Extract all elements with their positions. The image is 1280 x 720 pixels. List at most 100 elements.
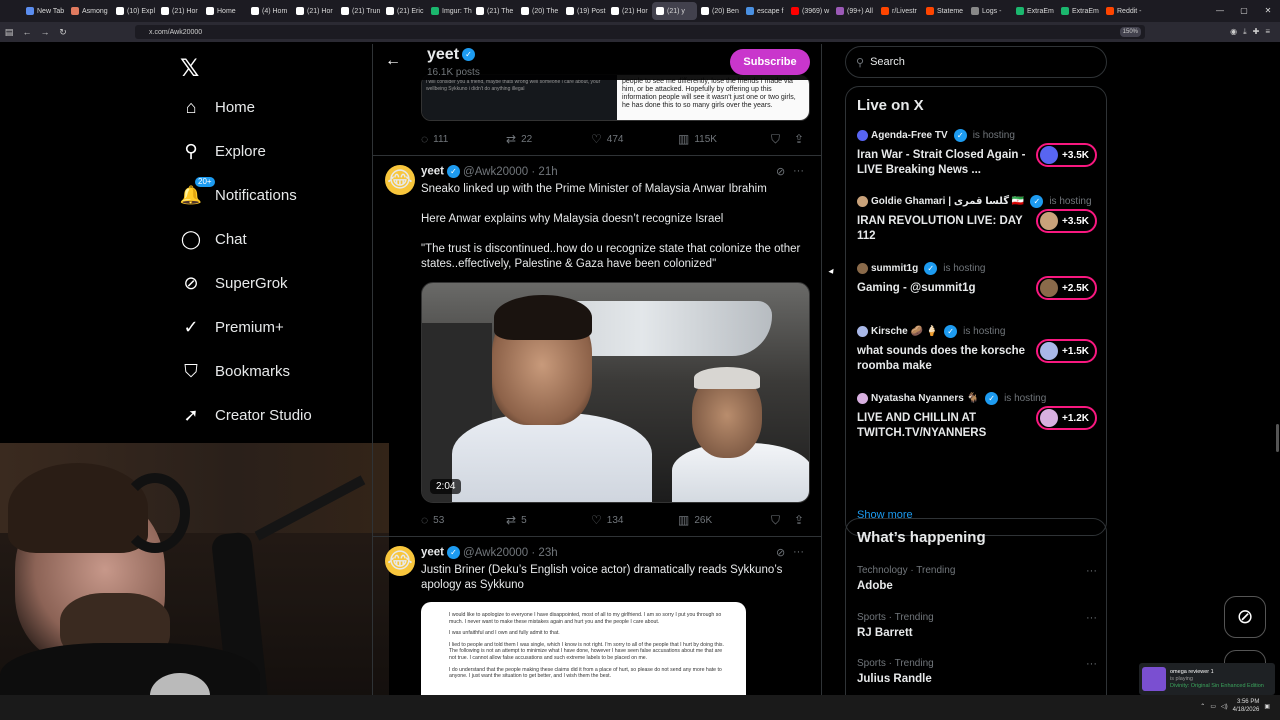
tweet-video[interactable]: 2:04	[421, 282, 810, 503]
host-name[interactable]: Agenda-Free TV	[871, 130, 948, 141]
maximize-icon[interactable]: ▢	[1232, 0, 1256, 22]
account-icon[interactable]: ◉	[1230, 22, 1237, 42]
repost-button[interactable]: ⇄ 22	[506, 132, 591, 146]
sidebar-item-notifications[interactable]: 🔔 20+ Notifications	[178, 176, 297, 210]
browser-tab[interactable]: (4) Hom	[247, 2, 292, 20]
more-options-icon[interactable]: ···	[1086, 612, 1097, 624]
live-item[interactable]: Nyatasha Nyanners 🐐 ✓ is hosting LIVE AND C…	[857, 392, 1097, 441]
clock[interactable]: 3:56 PM 4/18/2026	[1233, 698, 1260, 714]
browser-tab[interactable]: New Tab	[22, 2, 67, 20]
browser-tab[interactable]: ExtraEm	[1012, 2, 1057, 20]
trend-item[interactable]: Sports · Trending RJ Barrett ···	[857, 612, 1097, 639]
host-name[interactable]: summit1g	[871, 263, 918, 274]
browser-tab[interactable]: (3969) w	[787, 2, 832, 20]
sidebar-toggle-icon[interactable]: ▤	[0, 27, 18, 38]
browser-tab[interactable]: (20) Ben	[697, 2, 742, 20]
author-handle[interactable]: @Awk20000 · 23h	[463, 547, 558, 559]
bookmark-button[interactable]: ⛉	[771, 132, 794, 147]
browser-tab[interactable]: Asmong	[67, 2, 112, 20]
reload-icon[interactable]: ↻	[54, 27, 72, 38]
like-button[interactable]: ♡ 134	[591, 513, 678, 527]
views-button[interactable]: ▥ 115K	[678, 132, 771, 146]
browser-tab[interactable]: Reddit -	[1102, 2, 1147, 20]
extension-icon[interactable]: ✚	[1253, 22, 1260, 42]
browser-tab[interactable]: (21) Hor	[292, 2, 337, 20]
trend-item[interactable]: Technology · Trending Adobe ···	[857, 565, 1097, 592]
more-options-icon[interactable]: ···	[1086, 658, 1097, 670]
listener-count-pill[interactable]: +1.2K	[1036, 406, 1097, 430]
network-icon[interactable]: ▭	[1210, 703, 1216, 710]
bookmark-button[interactable]: ⛉	[771, 513, 794, 528]
menu-icon[interactable]: ≡	[1265, 22, 1270, 42]
host-name[interactable]: Goldie Ghamari | گلسا قمری 🇮🇷	[871, 196, 1024, 207]
minimize-icon[interactable]: —	[1208, 0, 1232, 22]
sidebar-item-creator-studio[interactable]: ➚ Creator Studio	[178, 400, 311, 430]
browser-tab[interactable]: Home	[202, 2, 247, 20]
listener-count-pill[interactable]: +3.5K	[1036, 143, 1097, 167]
browser-tab[interactable]: Logs -	[967, 2, 1012, 20]
browser-tab[interactable]: (99+) All	[832, 2, 877, 20]
browser-tab[interactable]: Stateme	[922, 2, 967, 20]
views-button[interactable]: ▥ 26K	[678, 513, 771, 527]
share-button[interactable]: ⇪	[794, 513, 804, 527]
browser-tab[interactable]: (21) Trun	[337, 2, 382, 20]
search-input[interactable]: ⚲ Search	[845, 46, 1107, 78]
sidebar-item-home[interactable]: ⌂ Home	[178, 92, 255, 122]
browser-tab[interactable]: Imgur: Th	[427, 2, 472, 20]
like-button[interactable]: ♡ 474	[591, 132, 678, 146]
download-icon[interactable]: ⤓	[1243, 22, 1247, 42]
live-title[interactable]: LIVE AND CHILLIN AT TWITCH.TV/NYANNERS	[857, 411, 1027, 441]
browser-tab[interactable]: (21) The	[472, 2, 517, 20]
browser-tab[interactable]: (21) y	[652, 2, 697, 20]
tweet-image-apology[interactable]: I would like to apologize to everyone I …	[421, 602, 746, 695]
forward-icon[interactable]: →	[36, 27, 54, 37]
address-bar[interactable]: x.com/Awk20000 150%	[135, 25, 1145, 39]
subscribe-button[interactable]: Subscribe	[730, 49, 810, 75]
sidebar-item-explore[interactable]: ⚲ Explore	[178, 136, 265, 166]
sidebar-item-chat[interactable]: ◯ Chat	[178, 224, 247, 254]
browser-tab[interactable]: (21) Eric	[382, 2, 427, 20]
back-icon[interactable]: ←	[18, 27, 36, 37]
live-item[interactable]: Kirsche 🥔 🍦 ✓ is hosting what sounds does t…	[857, 325, 1097, 374]
reply-button[interactable]: ◌ 53	[421, 513, 506, 527]
grok-icon[interactable]: ⊘	[776, 546, 785, 559]
back-arrow-icon[interactable]: ←	[385, 52, 401, 70]
browser-tab[interactable]: r/Livestr	[877, 2, 922, 20]
scrollbar[interactable]	[1276, 424, 1279, 452]
tray-chevron-icon[interactable]: ⌃	[1200, 703, 1205, 710]
browser-tab[interactable]: ExtraEm	[1057, 2, 1102, 20]
more-options-icon[interactable]: ···	[793, 546, 804, 558]
listener-count-pill[interactable]: +3.5K	[1036, 209, 1097, 233]
reply-button[interactable]: ◌ 111	[421, 132, 506, 146]
browser-tab[interactable]: escape f	[742, 2, 787, 20]
live-title[interactable]: Iran War - Strait Closed Again - LIVE Br…	[857, 148, 1027, 178]
host-name[interactable]: Nyatasha Nyanners 🐐	[871, 393, 979, 404]
volume-icon[interactable]: ◁)	[1221, 703, 1228, 710]
notification-icon[interactable]: ▣	[1264, 703, 1270, 710]
trend-item[interactable]: Sports · Trending Julius Randle ···	[857, 658, 1097, 685]
browser-tab[interactable]: (19) Post	[562, 2, 607, 20]
live-item[interactable]: summit1g ✓ is hosting Gaming - @summit1g +2.…	[857, 262, 1097, 300]
more-options-icon[interactable]: ···	[1086, 565, 1097, 577]
sidebar-item-premium[interactable]: ✓ Premium+	[178, 312, 283, 342]
listener-count-pill[interactable]: +2.5K	[1036, 276, 1097, 300]
live-title[interactable]: what sounds does the korsche roomba make	[857, 344, 1027, 374]
browser-tab[interactable]: (21) Hor	[607, 2, 652, 20]
share-button[interactable]: ⇪	[794, 132, 804, 146]
avatar[interactable]: 😂	[385, 165, 415, 195]
author-handle[interactable]: @Awk20000 · 21h	[463, 166, 558, 178]
repost-button[interactable]: ⇄ 5	[506, 513, 591, 527]
sidebar-item-bookmarks[interactable]: ⛉ Bookmarks	[178, 356, 290, 386]
listener-count-pill[interactable]: +1.5K	[1036, 339, 1097, 363]
author-name[interactable]: yeet	[421, 166, 444, 178]
live-title[interactable]: IRAN REVOLUTION LIVE: DAY 112	[857, 214, 1027, 244]
grok-floating-button[interactable]: ⊘	[1224, 596, 1266, 638]
browser-tab[interactable]: (10) Expl	[112, 2, 157, 20]
discord-activity-toast[interactable]: omega reviewer 1 is playing Divinity: Or…	[1139, 663, 1275, 695]
previous-tweet-media[interactable]: i will consider you a friend, maybe that…	[421, 74, 810, 121]
author-name[interactable]: yeet	[421, 547, 444, 559]
live-item[interactable]: Goldie Ghamari | گلسا قمری 🇮🇷 ✓ is hosting…	[857, 195, 1097, 244]
zoom-level[interactable]: 150%	[1119, 27, 1141, 37]
x-logo-icon[interactable]: 𝕏	[180, 54, 199, 83]
live-title[interactable]: Gaming - @summit1g	[857, 281, 1027, 296]
